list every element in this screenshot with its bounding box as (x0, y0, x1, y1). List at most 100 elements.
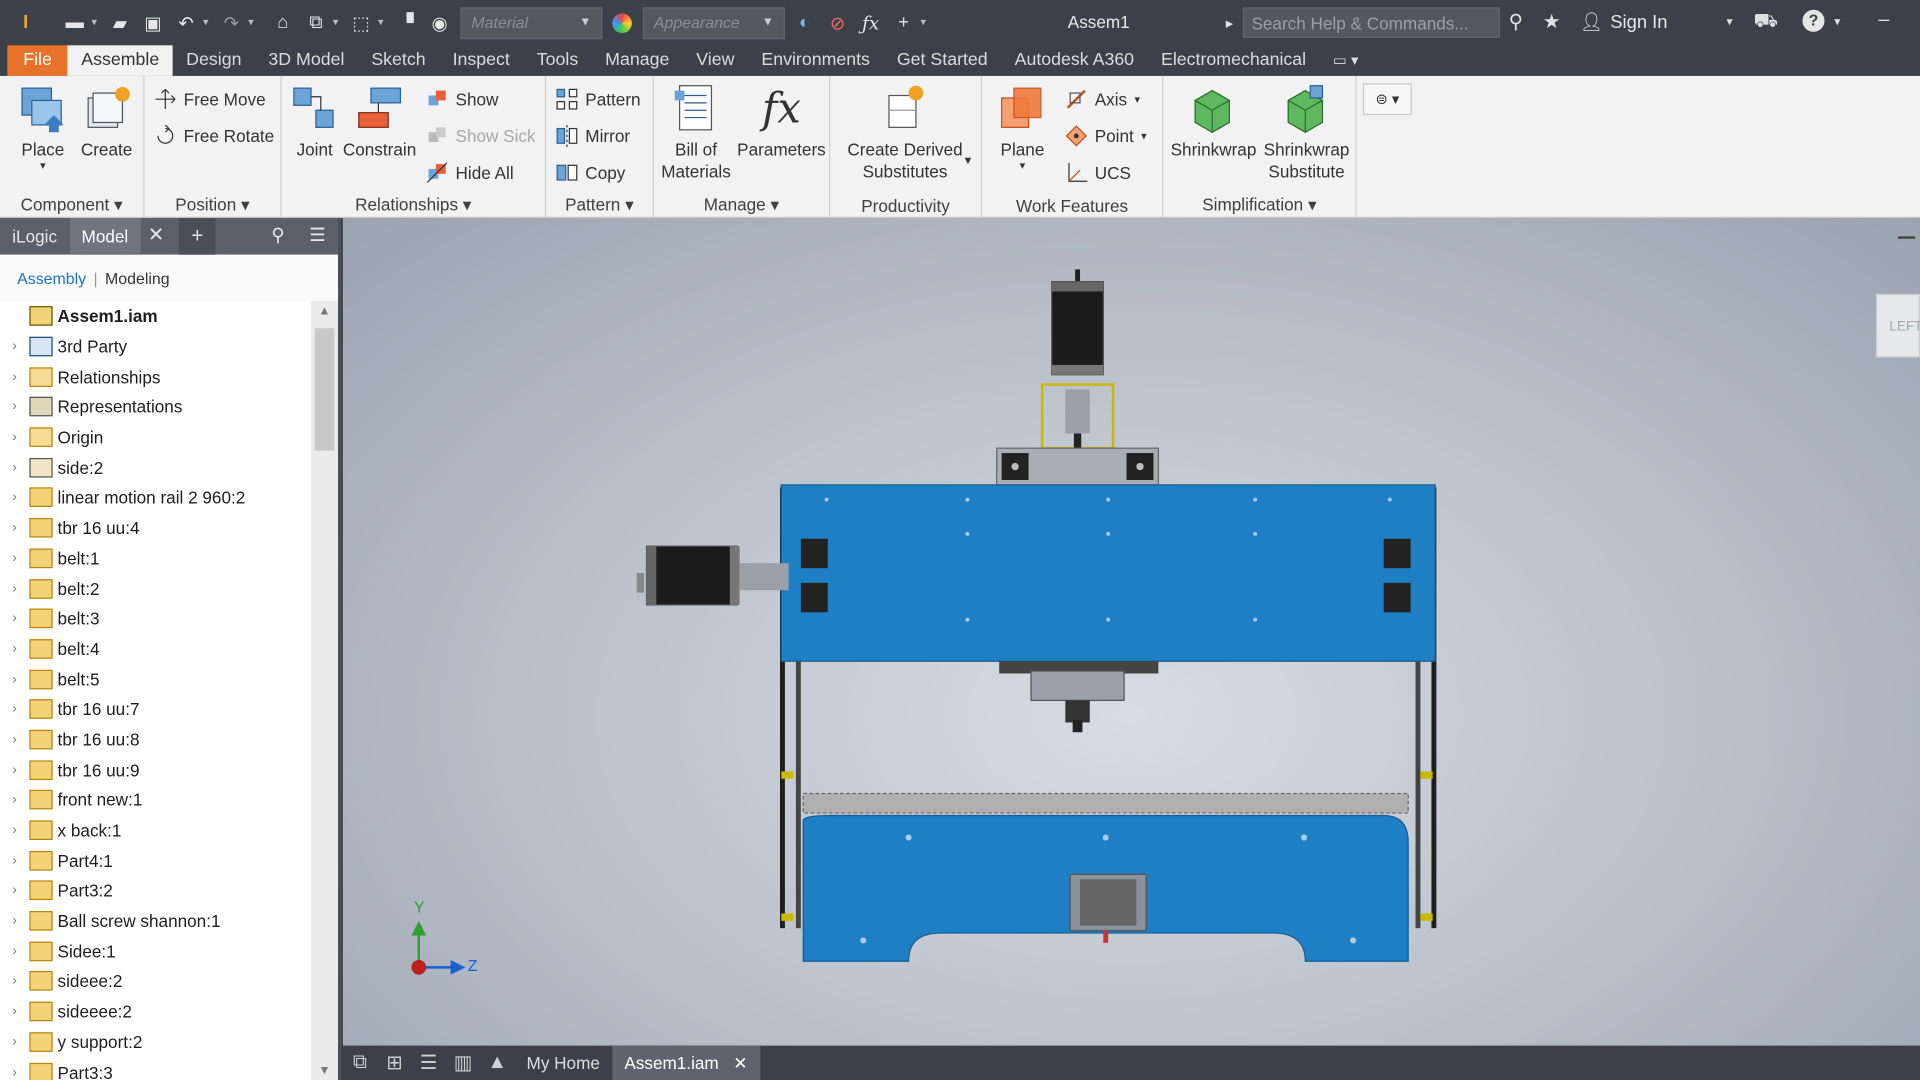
menu-autodesk-a360[interactable]: Autodesk A360 (1001, 45, 1147, 76)
expand-arrow-icon[interactable]: › (0, 400, 29, 415)
sign-in-button[interactable]: 👤︎ Sign In (1580, 11, 1668, 33)
redo-dropdown-icon[interactable]: ▾ (245, 9, 257, 36)
expand-arrow-icon[interactable]: › (0, 490, 29, 505)
save-icon[interactable]: ▣ (140, 9, 167, 36)
expand-arrow-icon[interactable]: › (0, 914, 29, 929)
tree-item[interactable]: › side:2 (0, 452, 313, 482)
hide-all-button[interactable]: Hide All (426, 162, 514, 184)
tree-item[interactable]: › Part3:2 (0, 876, 313, 906)
tab-model[interactable]: Model (69, 217, 141, 255)
cart-icon[interactable]: ⛟ (1753, 10, 1778, 34)
menu-sketch[interactable]: Sketch (358, 45, 439, 76)
expand-arrow-icon[interactable]: › (0, 944, 29, 959)
tile-horizontal-icon[interactable]: ☰ (411, 1051, 445, 1075)
help-icon[interactable]: ? (1802, 9, 1825, 32)
tree-item[interactable]: › belt:4 (0, 634, 313, 664)
expand-arrow-icon[interactable]: › (0, 883, 29, 898)
menu-tools[interactable]: Tools (523, 45, 591, 76)
expand-arrow-icon[interactable]: › (0, 672, 29, 687)
ribbon-display-toggle-icon[interactable]: ▭ ▾ (1320, 45, 1372, 76)
new-file-icon[interactable]: ▬ (61, 9, 88, 36)
scroll-thumb[interactable] (314, 328, 335, 451)
select-dropdown-icon[interactable]: ▾ (375, 9, 387, 36)
tree-item[interactable]: › sideee:2 (0, 966, 313, 996)
scroll-down-icon[interactable]: ▼ (311, 1064, 338, 1077)
modeling-view-link[interactable]: Modeling (105, 269, 170, 287)
axis-button[interactable]: Axis ▾ (1065, 88, 1140, 110)
redo-icon[interactable]: ↷ (218, 9, 245, 36)
menu-file[interactable]: File (7, 45, 68, 76)
update-dropdown-icon[interactable]: ▾ (329, 9, 341, 36)
expand-arrow-icon[interactable]: › (0, 1035, 29, 1050)
tree-item[interactable]: › tbr 16 uu:7 (0, 694, 313, 724)
menu-manage[interactable]: Manage (592, 45, 683, 76)
select-icon[interactable]: ⬚ (348, 9, 375, 36)
help-dropdown-icon[interactable]: ▾ (1834, 16, 1840, 29)
tree-item[interactable]: › tbr 16 uu:8 (0, 724, 313, 754)
tab-my-home[interactable]: My Home (514, 1046, 612, 1080)
joint-button[interactable]: Joint (289, 83, 340, 160)
menu-inspect[interactable]: Inspect (439, 45, 523, 76)
tab-assem1[interactable]: Assem1.iam ✕ (612, 1045, 760, 1080)
update-icon[interactable]: ⧉ (302, 9, 329, 36)
expand-arrow-icon[interactable]: › (0, 762, 29, 777)
tree-item[interactable]: › Relationships (0, 362, 313, 392)
expand-arrow-icon[interactable]: › (0, 460, 29, 475)
tree-item[interactable]: › belt:2 (0, 573, 313, 603)
copy-button[interactable]: Copy (556, 162, 625, 184)
binoculars-icon[interactable]: ⚲ (1509, 10, 1523, 34)
tile-windows-icon[interactable]: ⊞ (377, 1051, 411, 1075)
pattern-button[interactable]: Pattern (556, 88, 641, 110)
tree-item[interactable]: › linear motion rail 2 960:2 (0, 483, 313, 513)
customize-dropdown-icon[interactable]: ▾ (917, 9, 929, 36)
create-derived-substitutes-button[interactable]: Create Derived Substitutes (847, 83, 963, 182)
tree-item[interactable]: › 3rd Party (0, 331, 313, 361)
tree-item[interactable]: › Origin (0, 422, 313, 452)
tree-item[interactable]: › tbr 16 uu:9 (0, 755, 313, 785)
menu-environments[interactable]: Environments (748, 45, 883, 76)
clear-appearance-icon[interactable]: ⊘ (824, 9, 851, 36)
expand-arrow-icon[interactable]: › (0, 732, 29, 747)
assembly-view-link[interactable]: Assembly (17, 269, 86, 287)
expand-arrow-icon[interactable]: › (0, 430, 29, 445)
add-tab-icon[interactable]: + (178, 217, 216, 255)
menu-assemble[interactable]: Assemble (67, 45, 173, 76)
place-button[interactable]: Place ▾ (17, 83, 68, 171)
graphics-viewport[interactable]: LEFT Y Z (342, 217, 1920, 1046)
mirror-button[interactable]: Mirror (556, 124, 630, 147)
menu-design[interactable]: Design (173, 45, 255, 76)
plane-button[interactable]: Plane ▾ (997, 83, 1048, 171)
tree-item[interactable]: › x back:1 (0, 815, 313, 845)
expand-arrow-icon[interactable]: › (0, 339, 29, 354)
globe-icon[interactable]: ◉ (426, 9, 453, 36)
tree-item[interactable]: › Part4:1 (0, 845, 313, 875)
fx-parameters-icon[interactable]: ƒx (857, 9, 884, 36)
appearance-sphere-icon[interactable] (609, 9, 636, 36)
tree-item[interactable]: › belt:1 (0, 543, 313, 573)
scroll-up-icon[interactable]: ▲ (311, 301, 338, 323)
tree-item[interactable]: › Ball screw shannon:1 (0, 906, 313, 936)
expand-arrow-icon[interactable]: › (0, 551, 29, 566)
tree-item[interactable]: › Sidee:1 (0, 936, 313, 966)
expand-arrow-icon[interactable]: › (0, 702, 29, 717)
new-dropdown-icon[interactable]: ▾ (88, 9, 100, 36)
star-icon[interactable]: ★ (1543, 10, 1561, 34)
ucs-button[interactable]: UCS (1065, 162, 1131, 184)
undo-dropdown-icon[interactable]: ▾ (200, 9, 212, 36)
menu-get-started[interactable]: Get Started (883, 45, 1001, 76)
parameters-button[interactable]: fx Parameters (737, 83, 826, 160)
tab-ilogic[interactable]: iLogic (0, 218, 69, 255)
menu-3d-model[interactable]: 3D Model (255, 45, 358, 76)
expand-arrow-icon[interactable]: › (0, 642, 29, 657)
appearance-dropdown[interactable]: Appearance ▼ (642, 6, 785, 39)
expand-arrow-icon[interactable]: › (0, 1004, 29, 1019)
tree-item[interactable]: › tbr 16 uu:4 (0, 513, 313, 543)
tree-root-item[interactable]: Assem1.iam (0, 301, 313, 331)
free-rotate-button[interactable]: Free Rotate (154, 124, 274, 147)
home-icon[interactable]: ⌂ (269, 9, 296, 36)
ribbon-options-button[interactable]: ⊜ ▾ (1362, 83, 1412, 116)
cascade-windows-icon[interactable]: ⧉ (343, 1052, 377, 1074)
minimize-icon[interactable]: – (1878, 10, 1889, 32)
open-icon[interactable]: ▰ (107, 9, 134, 36)
expand-arrow-icon[interactable]: › (0, 611, 29, 626)
